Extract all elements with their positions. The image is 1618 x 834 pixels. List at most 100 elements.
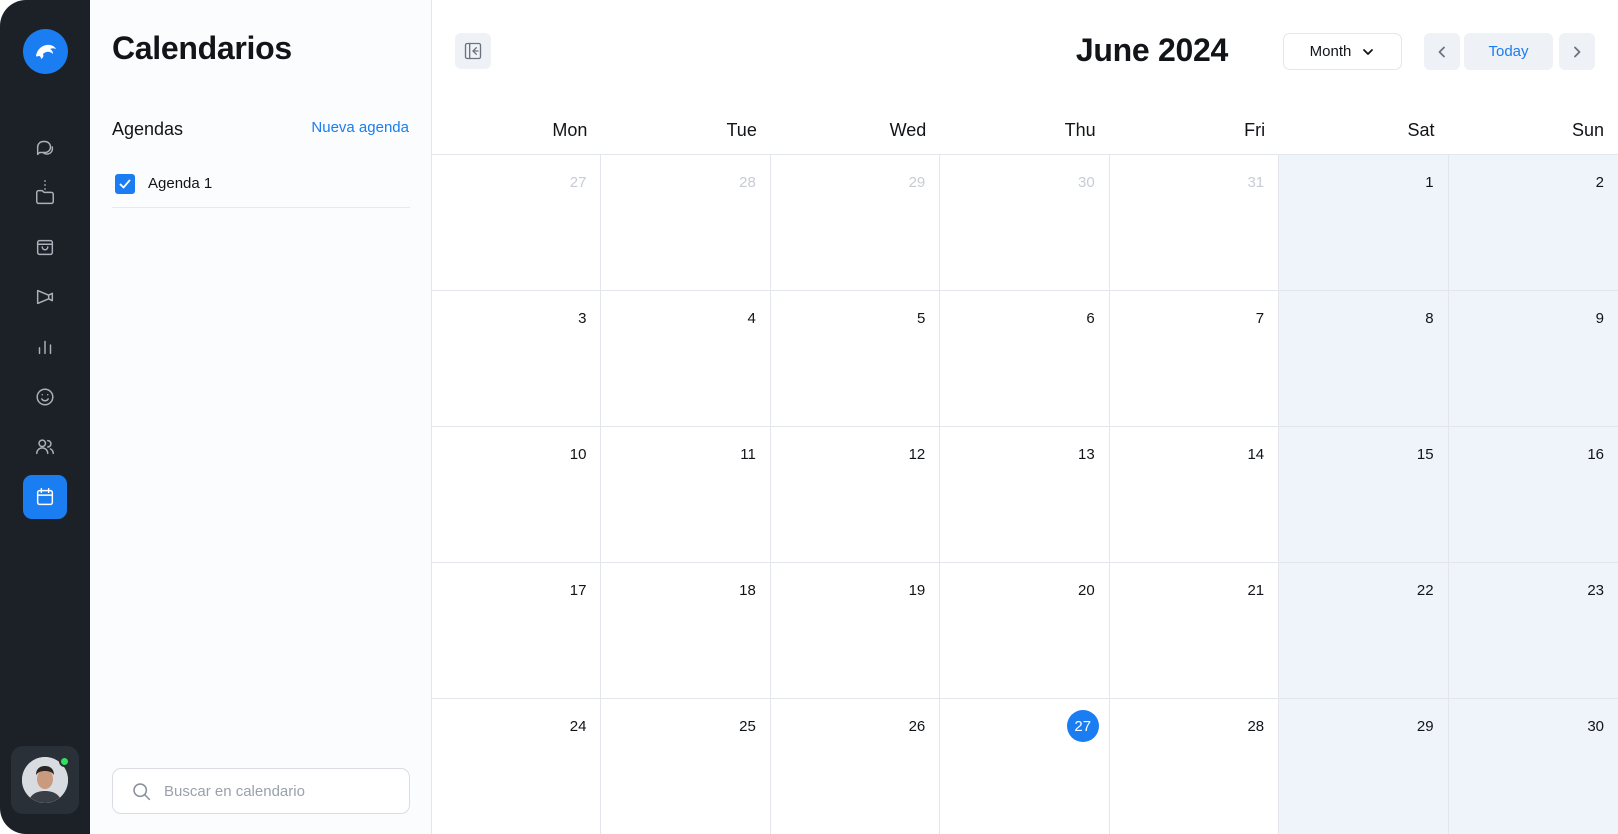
user-profile[interactable]	[11, 746, 79, 814]
rail-item-campaigns[interactable]	[23, 275, 67, 319]
day-cell[interactable]: 10	[432, 427, 602, 563]
dolphin-logo-icon	[35, 44, 56, 59]
day-number: 14	[1247, 446, 1265, 463]
day-cell[interactable]: 18	[601, 563, 771, 699]
day-number: 13	[1078, 446, 1095, 463]
today-day-number: 27	[1066, 710, 1099, 742]
day-cell[interactable]: 25	[601, 699, 771, 834]
day-cell[interactable]: 19	[770, 563, 941, 699]
day-number: 22	[1416, 582, 1434, 599]
day-cell[interactable]: 20	[940, 563, 1110, 699]
day-number: 30	[1078, 174, 1095, 191]
online-status-indicator	[59, 756, 70, 767]
new-agenda-link[interactable]: Nueva agenda	[311, 119, 409, 136]
rail-item-files[interactable]	[23, 175, 67, 219]
day-cell[interactable]: 2	[1448, 155, 1618, 291]
day-cell[interactable]: 16	[1448, 427, 1618, 563]
day-number: 17	[569, 582, 587, 599]
day-cell[interactable]: 26	[771, 699, 941, 834]
chevron-left-icon	[1438, 46, 1445, 57]
day-number: 7	[1255, 310, 1265, 327]
chevron-right-icon	[1574, 46, 1581, 57]
rail-item-calendar[interactable]	[23, 475, 67, 519]
next-month-button[interactable]	[1559, 33, 1595, 70]
collapse-left-icon	[464, 42, 482, 60]
calendars-panel: Calendarios Agendas Nueva agenda Agenda …	[90, 0, 432, 834]
agendas-section-label: Agendas	[112, 119, 184, 139]
day-number: 9	[1595, 310, 1604, 327]
folder-icon	[36, 189, 54, 205]
day-number: 28	[1247, 718, 1265, 735]
day-number: 26	[908, 718, 926, 735]
day-number: 16	[1587, 446, 1604, 463]
rail-item-contacts[interactable]	[23, 425, 67, 469]
day-cell[interactable]: 29	[770, 155, 941, 291]
day-cell[interactable]: 22	[1279, 563, 1449, 699]
day-number: 4	[747, 310, 756, 327]
day-cell[interactable]: 14	[1109, 427, 1280, 563]
panel-title: Calendarios	[112, 30, 292, 66]
rail-item-shop[interactable]	[23, 225, 67, 269]
chevron-down-icon	[1363, 48, 1374, 55]
day-number: 27	[569, 174, 587, 191]
smile-icon	[36, 388, 54, 406]
day-number: 19	[908, 582, 926, 599]
rail-item-stats[interactable]	[23, 325, 67, 369]
day-number: 29	[1416, 718, 1434, 735]
weekday-fri: Fri	[1244, 120, 1266, 140]
view-selector[interactable]: Month	[1283, 33, 1402, 70]
rail-item-chats[interactable]	[23, 125, 67, 169]
previous-month-button[interactable]	[1424, 33, 1460, 70]
day-number: 21	[1247, 582, 1265, 599]
day-cell[interactable]: 17	[432, 563, 602, 699]
day-number: 28	[739, 174, 756, 191]
day-cell[interactable]: 30	[940, 155, 1110, 291]
day-cell-today[interactable]: 27	[940, 699, 1110, 834]
bar-chart-icon	[38, 340, 52, 355]
today-button[interactable]: Today	[1464, 33, 1553, 70]
day-cell[interactable]: 11	[601, 427, 771, 563]
day-number: 31	[1247, 174, 1265, 191]
day-number: 20	[1078, 582, 1095, 599]
day-cell[interactable]: 23	[1448, 563, 1618, 699]
calendar-search[interactable]	[112, 768, 410, 814]
checkmark-icon	[119, 179, 131, 188]
weekday-wed: Wed	[889, 120, 927, 140]
day-cell[interactable]: 7	[1109, 291, 1280, 427]
day-cell[interactable]: 31	[1109, 155, 1280, 291]
calendar-main: June 2024 Month Today Mon Tue Wed Thu Fr…	[432, 0, 1618, 834]
megaphone-icon	[36, 289, 54, 305]
day-number: 18	[739, 582, 756, 599]
day-cell[interactable]: 28	[1110, 699, 1280, 834]
day-cell[interactable]: 21	[1109, 563, 1280, 699]
day-cell[interactable]: 8	[1279, 291, 1449, 427]
day-cell[interactable]: 5	[770, 291, 941, 427]
rail-item-feedback[interactable]	[23, 375, 67, 419]
day-cell[interactable]: 3	[432, 291, 602, 427]
agenda-checkbox[interactable]	[115, 173, 135, 194]
day-cell[interactable]: 12	[770, 427, 941, 563]
day-number: 6	[1086, 310, 1095, 327]
day-cell[interactable]: 27	[432, 155, 602, 291]
day-cell[interactable]: 30	[1448, 699, 1618, 834]
day-cell[interactable]: 13	[940, 427, 1110, 563]
day-cell[interactable]: 9	[1448, 291, 1618, 427]
weekday-sat: Sat	[1407, 120, 1435, 140]
day-cell[interactable]: 28	[601, 155, 771, 291]
search-input[interactable]	[164, 782, 394, 800]
day-cell[interactable]: 29	[1279, 699, 1449, 834]
day-cell[interactable]: 24	[432, 699, 602, 834]
logo[interactable]	[23, 29, 68, 74]
day-cell[interactable]: 15	[1279, 427, 1449, 563]
day-number: 24	[569, 718, 587, 735]
day-number: 23	[1587, 582, 1604, 599]
day-cell[interactable]: 1	[1279, 155, 1449, 291]
day-cell[interactable]: 6	[940, 291, 1110, 427]
day-number: 5	[916, 310, 926, 327]
day-number: 29	[908, 174, 926, 191]
day-cell[interactable]: 4	[601, 291, 771, 427]
day-number: 15	[1416, 446, 1434, 463]
agenda-item[interactable]: Agenda 1	[112, 160, 410, 208]
collapse-sidebar-button[interactable]	[455, 33, 491, 69]
day-number: 11	[740, 446, 756, 463]
